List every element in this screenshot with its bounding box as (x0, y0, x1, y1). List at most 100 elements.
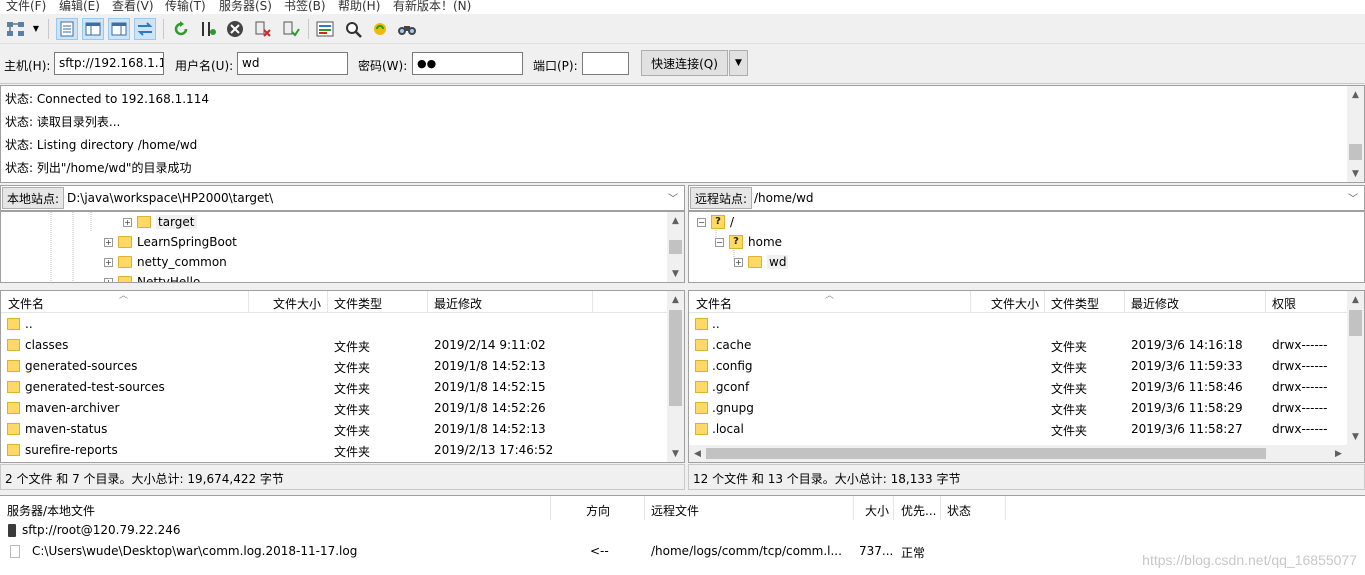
quickconnect-dropdown-icon[interactable]: ▼ (729, 50, 748, 76)
table-row[interactable]: .gnupg 文件夹 2019/3/6 11:58:29 drwx------ (689, 398, 1364, 419)
tree-node-home[interactable]: −? home (715, 232, 782, 252)
collapse-icon[interactable]: − (697, 217, 706, 227)
column-header-name[interactable]: 文件名 (8, 295, 44, 312)
queue-header-direction[interactable]: 方向 (586, 502, 610, 519)
local-tree[interactable]: + target + LearnSpringBoot + netty_common +… (0, 211, 685, 283)
scroll-down-icon[interactable]: ▼ (1347, 165, 1364, 182)
scroll-left-icon[interactable]: ◀ (689, 445, 706, 462)
process-queue-icon[interactable] (197, 18, 219, 40)
message-log[interactable]: 状态: Connected to 192.168.1.114 状态: 读取目录列… (0, 85, 1365, 183)
queue-header-status[interactable]: 状态 (947, 502, 971, 519)
column-header-name[interactable]: 文件名 (696, 295, 732, 312)
column-header-permissions[interactable]: 权限 (1272, 295, 1296, 312)
menu-edit[interactable]: 编辑(E) (59, 0, 100, 14)
host-input[interactable]: sftp://192.168.1.114 (54, 52, 164, 75)
log-scrollbar[interactable]: ▲ ▼ (1347, 86, 1364, 182)
password-input[interactable]: ●● (412, 52, 523, 75)
scroll-thumb[interactable] (1349, 144, 1362, 160)
remote-list-scrollbar[interactable]: ▲ ▼ (1347, 291, 1364, 445)
column-header-type[interactable]: 文件类型 (334, 295, 382, 312)
scroll-up-icon[interactable]: ▲ (1347, 291, 1364, 308)
table-row[interactable]: .. (1, 314, 684, 335)
sync-browse-icon[interactable] (369, 18, 391, 40)
scroll-down-icon[interactable]: ▼ (1347, 428, 1364, 445)
menu-new-version[interactable]: 有新版本！(N) (393, 0, 471, 14)
queue-header-size[interactable]: 大小 (865, 502, 889, 519)
column-header-type[interactable]: 文件类型 (1051, 295, 1099, 312)
menu-bookmarks[interactable]: 书签(B) (284, 0, 326, 14)
table-row[interactable]: .cache 文件夹 2019/3/6 14:16:18 drwx------ (689, 335, 1364, 356)
scroll-down-icon[interactable]: ▼ (667, 445, 684, 462)
queue-header-local[interactable]: 服务器/本地文件 (7, 502, 95, 519)
local-path-input[interactable]: D:\java\workspace\HP2000\target\ (67, 191, 273, 205)
search-icon[interactable] (396, 18, 418, 40)
remote-list-hscrollbar[interactable]: ◀ ▶ (689, 445, 1364, 462)
site-manager-icon[interactable] (4, 18, 28, 40)
disconnect-icon[interactable] (252, 18, 274, 40)
collapse-icon[interactable]: − (715, 237, 724, 247)
toggle-local-tree-icon[interactable] (82, 18, 104, 40)
toggle-queue-icon[interactable] (134, 18, 156, 40)
tree-node-learnspringboot[interactable]: + LearnSpringBoot (104, 232, 237, 252)
queue-header-priority[interactable]: 优先... (901, 502, 936, 519)
chevron-down-icon[interactable]: ﹀ (1348, 190, 1358, 205)
scroll-up-icon[interactable]: ▲ (1347, 86, 1364, 103)
menu-view[interactable]: 查看(V) (112, 0, 154, 14)
menu-file[interactable]: 文件(F) (6, 0, 46, 14)
reconnect-icon[interactable] (280, 18, 302, 40)
table-row[interactable]: classes 文件夹 2019/2/14 9:11:02 (1, 335, 684, 356)
scroll-right-icon[interactable]: ▶ (1330, 445, 1347, 462)
table-row[interactable]: generated-sources 文件夹 2019/1/8 14:52:13 (1, 356, 684, 377)
quickconnect-button[interactable]: 快速连接(Q) (641, 50, 728, 76)
menu-server[interactable]: 服务器(S) (219, 0, 272, 14)
tree-node-netty-common[interactable]: + netty_common (104, 252, 227, 272)
scroll-up-icon[interactable]: ▲ (667, 212, 684, 229)
local-file-list[interactable]: 文件名 ︿ 文件大小 文件类型 最近修改 .. classes 文件夹 2019/2… (0, 290, 685, 463)
column-header-modified[interactable]: 最近修改 (1131, 295, 1179, 312)
refresh-icon[interactable] (170, 18, 192, 40)
expand-icon[interactable]: + (104, 257, 113, 267)
queue-server-row[interactable]: sftp://root@120.79.22.246 (8, 523, 181, 537)
scroll-thumb[interactable] (669, 310, 682, 406)
toggle-compare-icon[interactable] (342, 18, 364, 40)
queue-header-remote[interactable]: 远程文件 (651, 502, 699, 519)
expand-icon[interactable]: + (104, 277, 113, 282)
expand-icon[interactable]: + (123, 217, 132, 227)
port-input[interactable] (582, 52, 629, 75)
dropdown-arrow-icon[interactable]: ▼ (30, 18, 42, 40)
table-row[interactable]: maven-status 文件夹 2019/1/8 14:52:13 (1, 419, 684, 440)
menu-help[interactable]: 帮助(H) (338, 0, 380, 14)
column-header-size[interactable]: 文件大小 (273, 295, 321, 312)
expand-icon[interactable]: + (104, 237, 113, 247)
tree-node-nettyhello[interactable]: + NettyHello (104, 272, 200, 282)
tree-node-target[interactable]: + target (123, 212, 197, 232)
scroll-thumb[interactable] (669, 240, 682, 254)
scroll-thumb[interactable] (706, 448, 1266, 459)
table-row[interactable]: generated-test-sources 文件夹 2019/1/8 14:52:… (1, 377, 684, 398)
table-row[interactable]: .. (689, 314, 1364, 335)
scroll-down-icon[interactable]: ▼ (667, 265, 684, 282)
local-tree-scrollbar[interactable]: ▲ ▼ (667, 212, 684, 282)
column-header-size[interactable]: 文件大小 (991, 295, 1039, 312)
table-row[interactable]: .gconf 文件夹 2019/3/6 11:58:46 drwx------ (689, 377, 1364, 398)
cancel-icon[interactable] (224, 18, 246, 40)
username-input[interactable]: wd (237, 52, 348, 75)
toggle-remote-tree-icon[interactable] (108, 18, 130, 40)
scroll-thumb[interactable] (1349, 310, 1362, 336)
remote-file-list[interactable]: 文件名 ︿ 文件大小 文件类型 最近修改 权限 .. .cache 文件夹 2019… (688, 290, 1365, 463)
table-row[interactable]: surefire-reports 文件夹 2019/2/13 17:46:52 (1, 440, 684, 461)
table-row[interactable]: maven-archiver 文件夹 2019/1/8 14:52:26 (1, 398, 684, 419)
table-row[interactable]: .config 文件夹 2019/3/6 11:59:33 drwx------ (689, 356, 1364, 377)
local-list-scrollbar[interactable]: ▲ ▼ (667, 291, 684, 462)
table-row[interactable]: .local 文件夹 2019/3/6 11:58:27 drwx------ (689, 419, 1364, 440)
toggle-log-icon[interactable] (56, 18, 78, 40)
scroll-up-icon[interactable]: ▲ (667, 291, 684, 308)
chevron-down-icon[interactable]: ﹀ (668, 190, 678, 205)
filter-icon[interactable] (314, 18, 336, 40)
remote-tree[interactable]: −? / −? home + wd (688, 211, 1365, 283)
menu-transfer[interactable]: 传输(T) (165, 0, 206, 14)
column-header-modified[interactable]: 最近修改 (434, 295, 482, 312)
tree-node-wd[interactable]: + wd (734, 252, 789, 272)
queue-item-row[interactable]: C:\Users\wude\Desktop\war\comm.log.2018-… (8, 544, 1008, 562)
expand-icon[interactable]: + (734, 257, 743, 267)
